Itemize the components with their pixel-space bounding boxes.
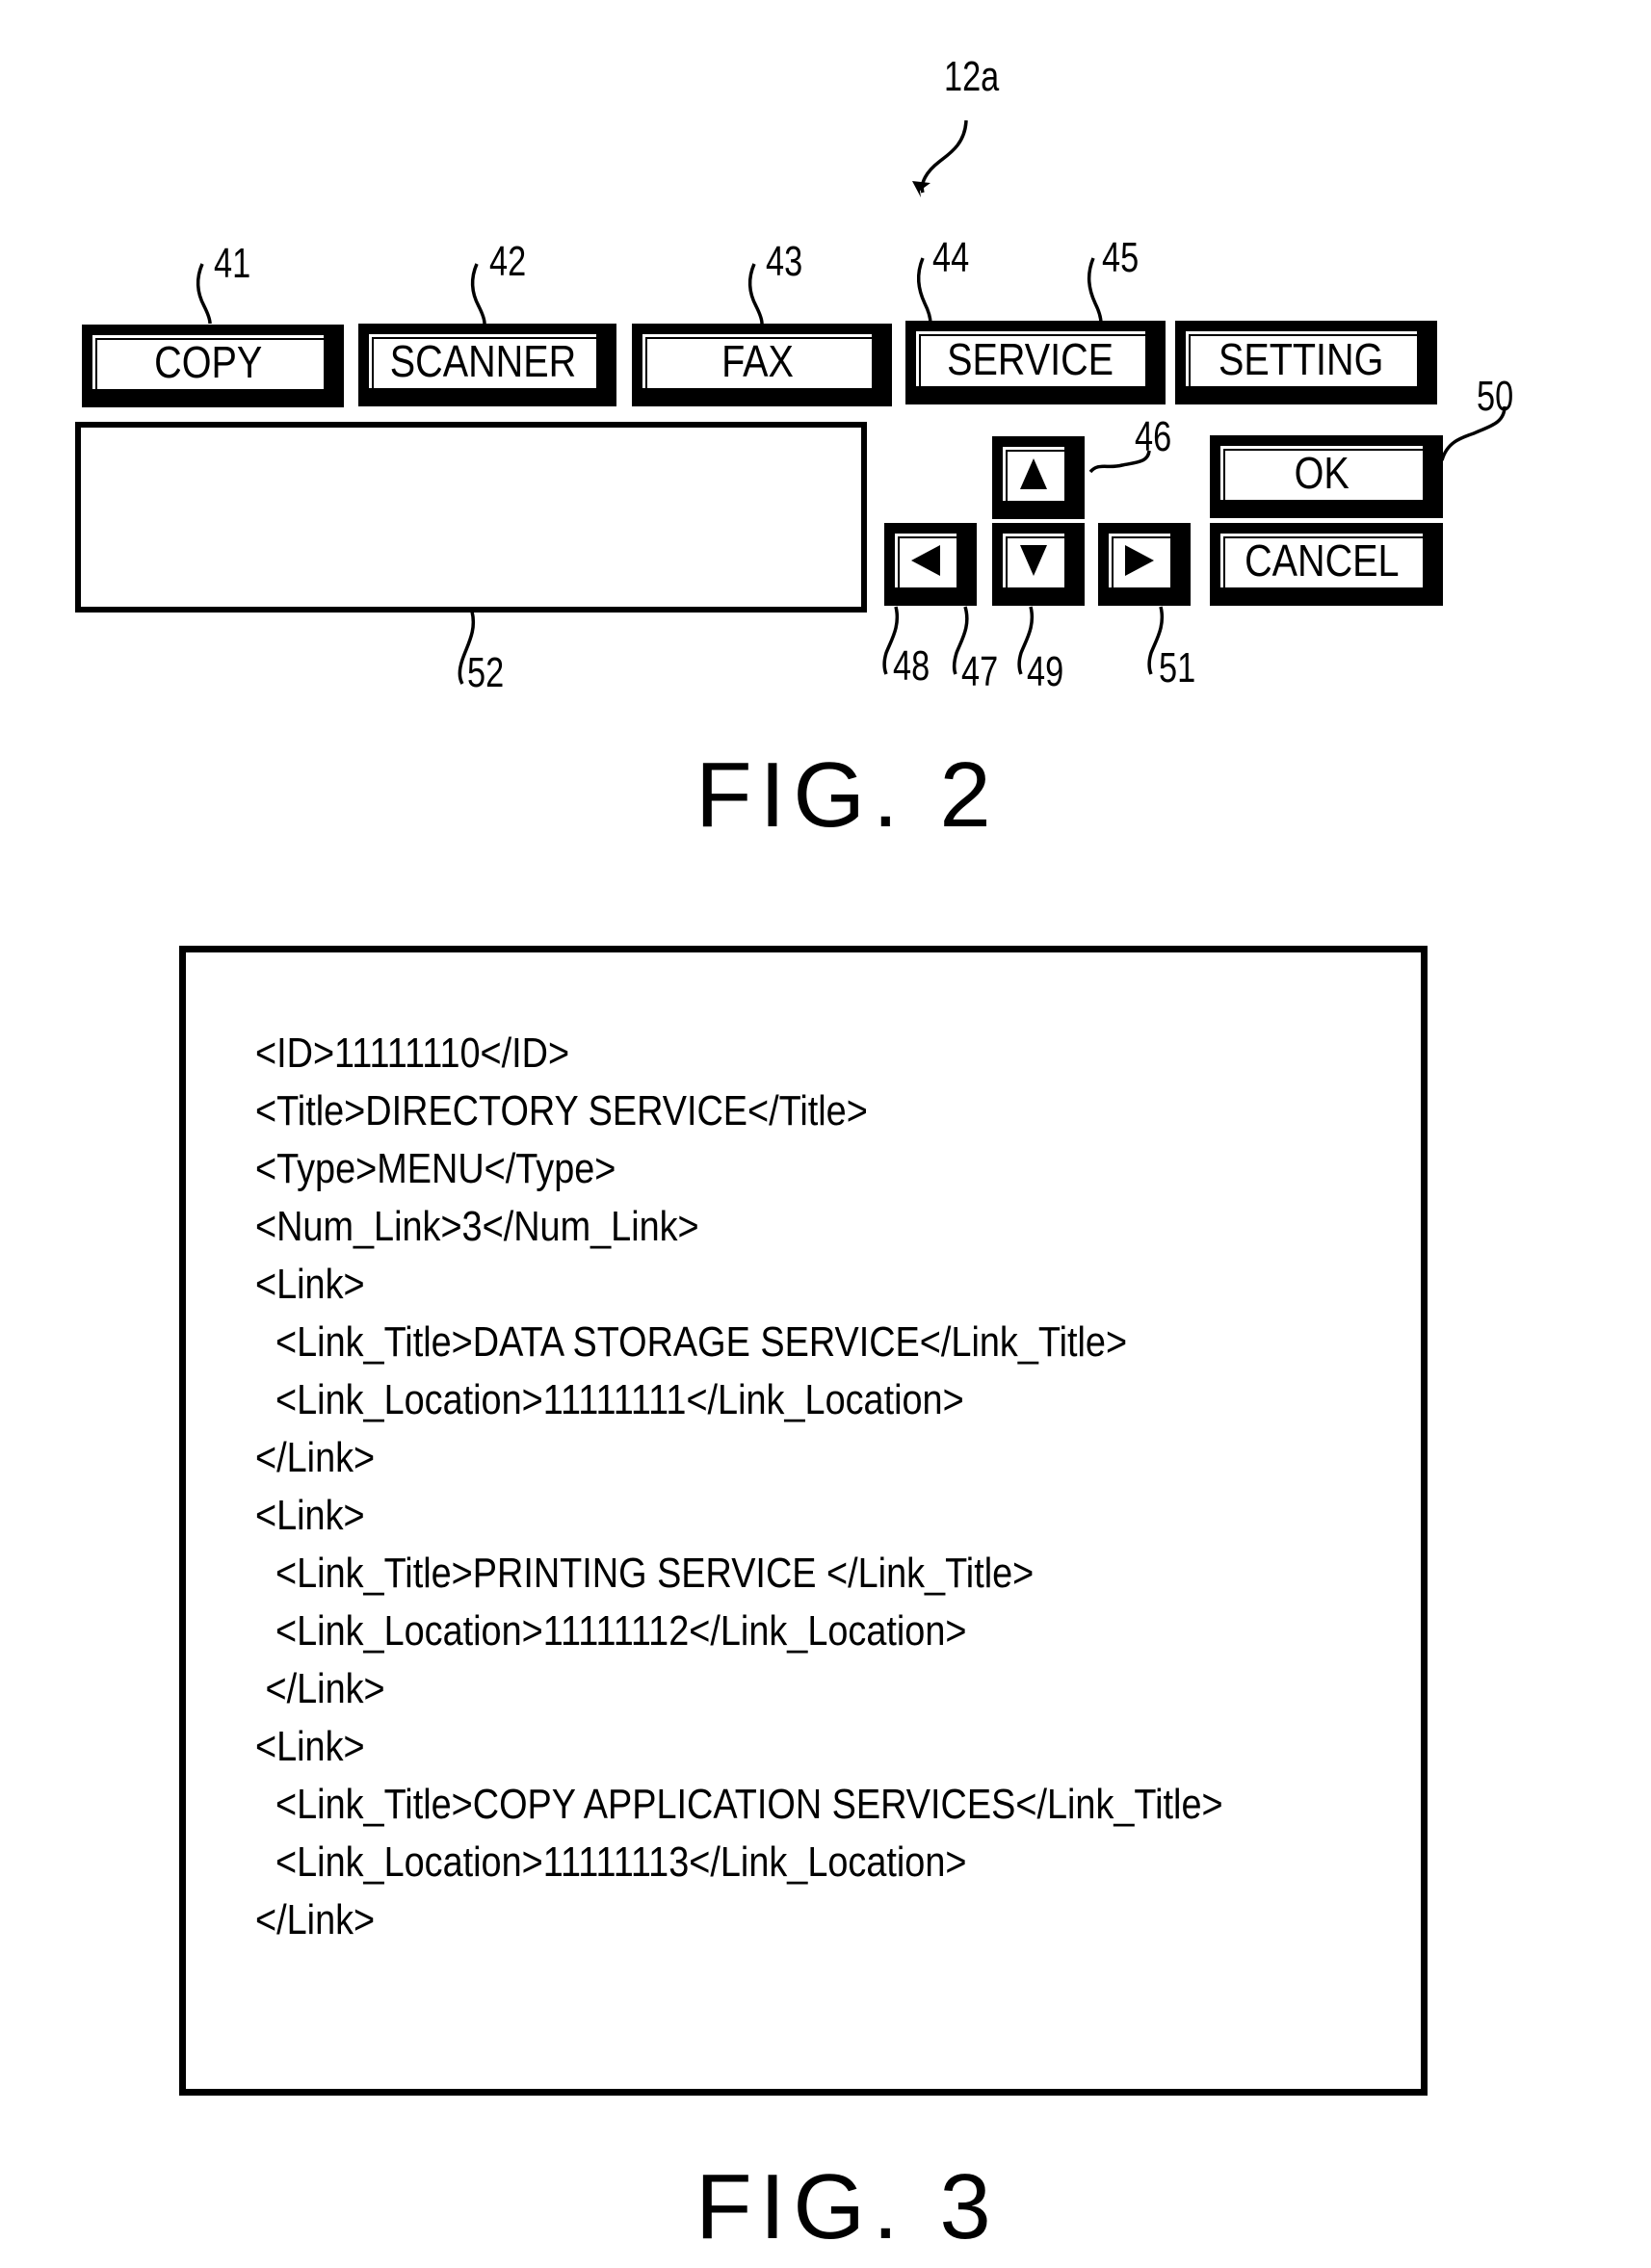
down-key[interactable]	[992, 523, 1085, 606]
copy-button-label: COPY	[153, 337, 263, 387]
leader-42	[470, 263, 486, 325]
ref-service-button: 44	[932, 234, 970, 281]
ref-left-key: 48	[893, 642, 930, 690]
scanner-button[interactable]: SCANNER	[358, 324, 616, 406]
ref-right-key: 49	[1027, 648, 1064, 695]
ref-down-key: 47	[961, 648, 999, 695]
xml-line: <Link>	[255, 1261, 365, 1308]
right-key[interactable]	[1098, 523, 1191, 606]
figure-3-caption: FIG. 3	[695, 2155, 999, 2258]
display-panel	[75, 422, 867, 613]
ref-fax-button: 43	[766, 238, 803, 285]
leader-41	[196, 263, 212, 325]
xml-line: <Link_Title>PRINTING SERVICE </Link_Titl…	[255, 1550, 1035, 1597]
xml-line: <Type>MENU</Type>	[255, 1145, 616, 1192]
xml-line: <Link_Title>DATA STORAGE SERVICE</Link_T…	[255, 1318, 1128, 1366]
ref-copy-button: 41	[214, 240, 251, 287]
xml-line: <Link_Location>11111112</Link_Location>	[255, 1607, 967, 1655]
triangle-left-icon	[911, 545, 940, 576]
xml-line: <Link_Location>11111113</Link_Location>	[255, 1838, 967, 1886]
xml-listing-box: <ID>11111110</ID> <Title>DIRECTORY SERVIC…	[179, 946, 1428, 2096]
triangle-down-icon	[1020, 545, 1047, 576]
fax-button-label: FAX	[721, 336, 794, 386]
xml-line: </Link>	[255, 1434, 376, 1481]
cancel-button-label: CANCEL	[1244, 535, 1400, 586]
xml-line: <Link_Location>11111111</Link_Location>	[255, 1376, 964, 1423]
up-key[interactable]	[992, 436, 1085, 519]
panel-arrow	[920, 119, 968, 194]
copy-button[interactable]: COPY	[82, 325, 344, 407]
setting-button-label: SETTING	[1219, 333, 1384, 384]
ok-button[interactable]: OK	[1210, 435, 1443, 518]
triangle-right-icon	[1125, 545, 1154, 576]
xml-line: <ID>11111110</ID>	[255, 1030, 570, 1077]
ref-scanner-button: 42	[489, 238, 527, 285]
leader-43	[747, 263, 764, 325]
ok-button-label: OK	[1294, 448, 1350, 498]
ref-panel: 12a	[944, 53, 1000, 100]
ref-up-key: 46	[1135, 413, 1172, 460]
xml-line: <Link>	[255, 1492, 365, 1539]
setting-button[interactable]: SETTING	[1175, 321, 1437, 404]
scanner-button-label: SCANNER	[389, 336, 576, 386]
xml-line: <Link_Title>COPY APPLICATION SERVICES</L…	[255, 1781, 1223, 1828]
xml-line: <Link>	[255, 1723, 365, 1770]
ref-display: 52	[467, 649, 505, 696]
left-key[interactable]	[884, 523, 977, 606]
panel-arrowhead	[912, 181, 930, 197]
xml-line: </Link>	[255, 1896, 376, 1943]
ref-ok-button: 50	[1477, 373, 1514, 420]
xml-line: </Link>	[255, 1665, 385, 1712]
ref-setting-button: 45	[1102, 234, 1140, 281]
service-button[interactable]: SERVICE	[905, 321, 1166, 404]
leader-45	[1087, 257, 1103, 325]
xml-line: <Num_Link>3</Num_Link>	[255, 1203, 699, 1250]
leader-44	[916, 257, 932, 325]
figure-2-caption: FIG. 2	[695, 743, 999, 847]
cancel-button[interactable]: CANCEL	[1210, 523, 1443, 606]
triangle-up-icon	[1020, 458, 1047, 489]
service-button-label: SERVICE	[947, 333, 1114, 384]
xml-line: <Title>DIRECTORY SERVICE</Title>	[255, 1087, 868, 1134]
fax-button[interactable]: FAX	[632, 324, 892, 406]
ref-cancel-button: 51	[1159, 644, 1196, 691]
